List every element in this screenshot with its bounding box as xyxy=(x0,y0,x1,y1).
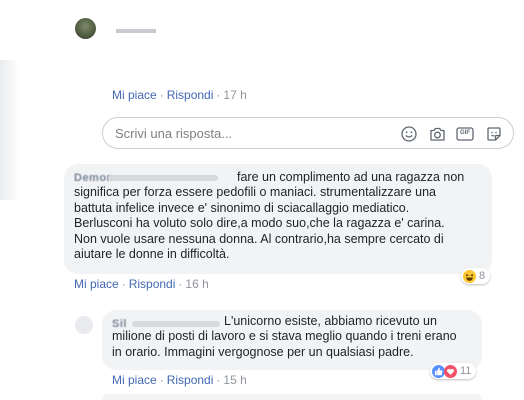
comment-line: Berlusconi ha voluto solo dire,a modo su… xyxy=(74,216,445,230)
like-link[interactable]: Mi piace xyxy=(112,88,157,102)
reply-link[interactable]: Rispondi xyxy=(129,277,176,291)
comment-actions: Mi piace · Rispondi · 16 h xyxy=(74,277,209,291)
reaction-badge[interactable]: 11 xyxy=(430,363,477,379)
redacted-author-name xyxy=(132,321,220,327)
next-comment-bubble xyxy=(102,394,482,400)
separator: · xyxy=(159,373,164,387)
separator: · xyxy=(121,277,126,291)
avatar[interactable] xyxy=(75,18,96,39)
comment-actions: Mi piace · Rispondi · 17 h xyxy=(112,88,247,102)
comment-line: significa per forza essere pedofili o ma… xyxy=(74,185,436,199)
reaction-count: 8 xyxy=(479,270,486,282)
love-icon xyxy=(444,364,457,378)
timestamp[interactable]: 17 h xyxy=(223,88,246,102)
reply-link[interactable]: Rispondi xyxy=(167,373,214,387)
redacted-author-name xyxy=(116,29,156,33)
like-link[interactable]: Mi piace xyxy=(74,277,119,291)
gif-icon[interactable]: GIF xyxy=(456,125,474,143)
reply-composer[interactable]: GIF xyxy=(102,117,514,149)
comment-bubble: Demon fare un complimento ad una ragazza… xyxy=(64,164,492,274)
timestamp[interactable]: 16 h xyxy=(185,277,208,291)
separator: · xyxy=(178,277,183,291)
comment-line: L'unicorno esiste, abbiamo ricevuto un xyxy=(224,314,437,328)
comment-line: aiutare le donne in difficoltà. xyxy=(74,247,230,261)
like-link[interactable]: Mi piace xyxy=(112,373,157,387)
sticker-icon[interactable] xyxy=(485,125,503,143)
comment-line: in orario. Immagini vergognose per un qu… xyxy=(112,345,414,359)
avatar[interactable] xyxy=(75,316,93,334)
emoji-icon[interactable] xyxy=(400,125,418,143)
separator: · xyxy=(159,88,164,102)
reaction-badge[interactable]: 8 xyxy=(461,268,491,284)
comment-bubble: Sil L'unicorno esiste, abbiamo ricevuto … xyxy=(102,310,482,370)
redacted-author-name xyxy=(108,175,218,181)
reply-input[interactable] xyxy=(115,125,375,142)
comment-actions: Mi piace · Rispondi · 15 h xyxy=(112,373,247,387)
comment-line: milione di posti di lavoro e si stava me… xyxy=(112,329,457,343)
comment-line: fare un complimento ad una ragazza non xyxy=(237,170,465,184)
comment-line: battuta infelice invece e' sinonimo di s… xyxy=(74,201,410,215)
separator: · xyxy=(216,373,221,387)
reply-link[interactable]: Rispondi xyxy=(167,88,214,102)
gif-label: GIF xyxy=(460,130,470,136)
reaction-count: 11 xyxy=(460,365,472,377)
comment-line: Non vuole usare nessuna donna. Al contra… xyxy=(74,232,444,246)
separator: · xyxy=(216,88,221,102)
camera-icon[interactable] xyxy=(428,125,446,143)
redaction-smear xyxy=(0,60,20,200)
haha-icon xyxy=(463,269,476,283)
timestamp[interactable]: 15 h xyxy=(223,373,246,387)
